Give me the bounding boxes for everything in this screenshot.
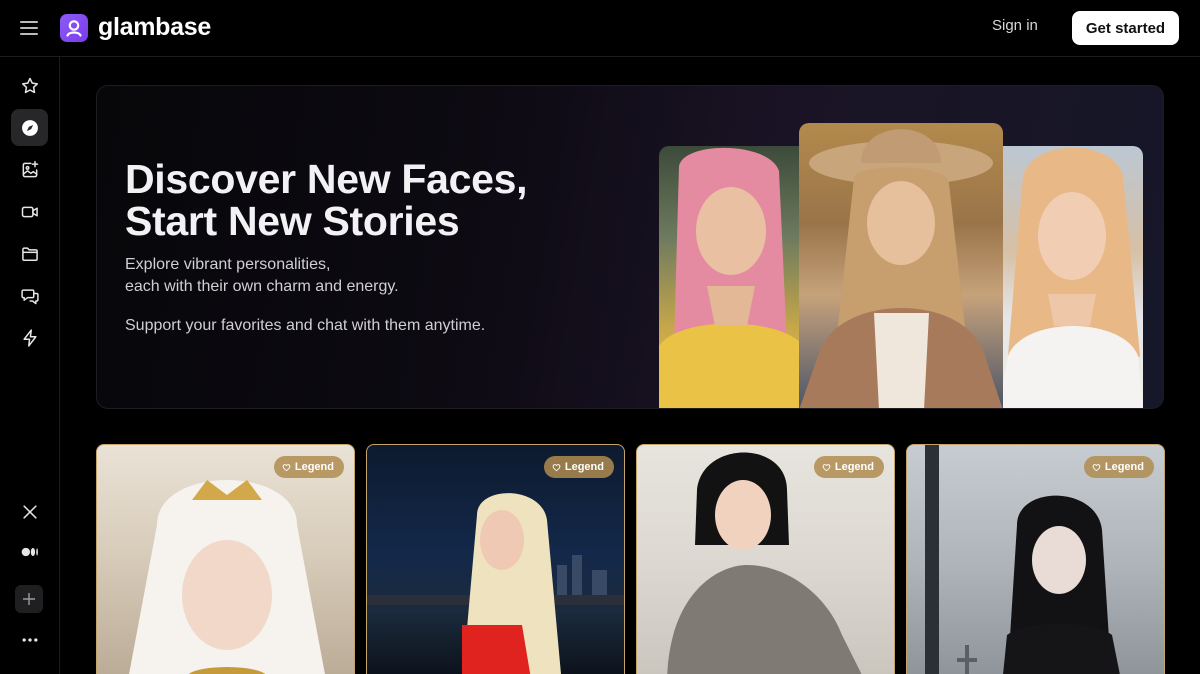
sidebar-item-video[interactable] [11,193,48,230]
card-portrait-beach-night [367,493,624,674]
hero-support-text: Support your favorites and chat with the… [125,317,486,334]
sidebar-item-favorites[interactable] [11,67,48,104]
add-button[interactable] [15,585,43,613]
legend-badge-label: Legend [834,461,874,473]
hero-title-line-1: Discover New Faces, [125,156,528,202]
video-camera-icon [21,206,38,217]
sign-in-link[interactable]: Sign in [992,17,1038,34]
app-name: glambase [98,13,211,41]
legend-badge-label: Legend [1104,461,1144,473]
sidebar-item-boost[interactable] [11,319,48,356]
x-logo-icon [22,504,37,519]
heart-icon [822,463,831,471]
sidebar-item-chats[interactable] [11,277,48,314]
legend-badge: Legend [1083,456,1154,478]
hero-subtitle: Explore vibrant personalities, each with… [125,254,485,298]
hero-title: Discover New Faces, Start New Stories [125,158,605,242]
character-card[interactable]: Legend [906,444,1165,674]
sidebar-item-generate-image[interactable] [11,151,48,188]
character-card[interactable]: Legend [96,444,355,674]
hero-portrait-blonde [998,146,1143,408]
heart-icon [552,463,561,471]
card-portrait-black-bob [667,452,862,674]
logo-mark-icon [60,13,88,42]
legend-badge: Legend [543,456,614,478]
legend-badge-label: Legend [294,461,334,473]
star-icon [21,77,38,93]
sidebar-item-explore[interactable] [11,109,48,146]
character-card[interactable]: Legend [636,444,895,674]
heart-icon [1092,463,1101,471]
chat-bubbles-icon [20,288,39,304]
compass-icon [21,119,38,136]
hero-portrait-cowboy-hat [799,123,1003,408]
x-social-link[interactable] [11,493,48,530]
hero-subtitle-line-2: each with their own charm and energy. [125,278,399,295]
more-button[interactable] [11,621,48,658]
card-portrait-crowned-white-hair [129,480,325,674]
top-bar: glambase Sign in Get started [0,0,1200,57]
lightning-icon [22,328,37,347]
legend-badge-label: Legend [564,461,604,473]
hero-banner: Discover New Faces, Start New Stories Ex… [96,85,1164,409]
hero-subtitle-line-1: Explore vibrant personalities, [125,256,331,273]
folder-icon [21,246,38,261]
legend-badge: Legend [273,456,344,478]
hero-portrait-pink-hair [659,146,804,408]
app-logo[interactable]: glambase [60,13,211,42]
character-card[interactable]: Legend [366,444,625,674]
heart-icon [282,463,291,471]
plus-icon [23,593,35,605]
hero-title-line-2: Start New Stories [125,198,460,244]
get-started-button[interactable]: Get started [1072,11,1179,45]
medium-logo-icon [21,547,38,556]
more-dots-icon [22,637,37,642]
sidebar-item-collections[interactable] [11,235,48,272]
medium-social-link[interactable] [11,533,48,570]
sidebar [0,57,60,674]
hamburger-menu-icon[interactable] [19,18,41,38]
legend-badge: Legend [813,456,884,478]
image-sparkle-icon [22,160,38,177]
card-portrait-gothic [925,445,1120,674]
